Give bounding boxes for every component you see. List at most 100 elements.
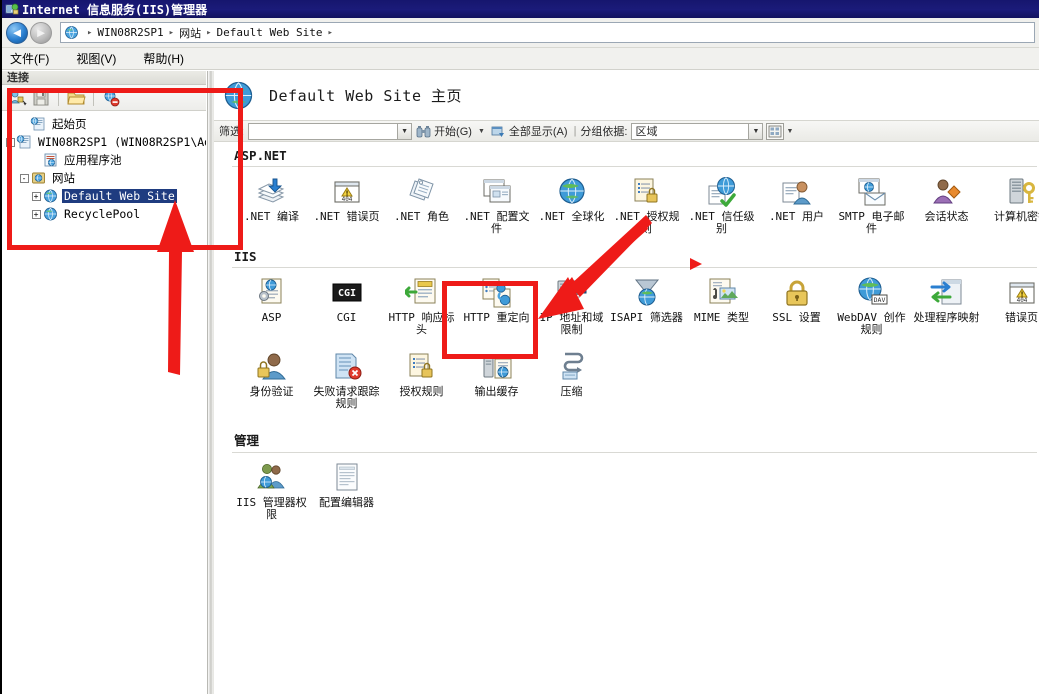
feature-authentication[interactable]: 身份验证 [234,346,309,398]
chevron-down-icon[interactable]: ▼ [476,128,487,135]
feature-label: IP 地址和域限制 [539,311,604,336]
machine-key-icon [1005,175,1039,209]
svg-text:CGI: CGI [337,288,355,299]
features-pane: Default Web Site 主页 筛选: ▼ 开始(G) ▼ 全部显示(A… [214,71,1039,694]
feature-net-authorization-rules[interactable]: .NET 授权规则 [609,171,684,235]
globe-icon [222,79,255,112]
feature-net-trust-levels[interactable]: .NET 信任级别 [684,171,759,235]
feature-asp[interactable]: ASP [234,272,309,324]
breadcrumb-separator-0: ▸ [87,27,93,38]
feature-ip-restrictions[interactable]: IP 地址和域限制 [534,272,609,336]
feature-cgi[interactable]: CGI CGI [309,272,384,324]
page-title-text: Default Web Site 主页 [269,86,463,105]
pane-splitter[interactable] [207,71,214,694]
tree-row[interactable]: 起始页 [4,115,206,133]
breadcrumb-item-sites[interactable]: 网站 [179,25,201,41]
feature-session-state[interactable]: 会话状态 [909,171,984,223]
tree-item-label: 起始页 [52,117,87,131]
feature-http-response-headers[interactable]: HTTP 响应标头 [384,272,459,336]
back-arrow-icon[interactable]: ◄ [6,21,28,44]
feature-net-error-pages[interactable]: 404 .NET 错误页 [309,171,384,223]
feature-failed-request-tracing[interactable]: 失败请求跟踪规则 [309,346,384,410]
feature-label: SSL 设置 [772,311,821,324]
feature-row-management-1: IIS 管理器权限 配置编辑器 [218,457,1039,521]
feature-ssl-settings[interactable]: SSL 设置 [759,272,834,324]
net-compilation-icon [255,175,289,209]
breadcrumb[interactable]: ▸ WIN08R2SP1 ▸ 网站 ▸ Default Web Site ▸ [60,22,1035,43]
group-by-value[interactable]: 区域 [631,122,750,140]
sites-folder-icon [30,170,47,186]
menu-item-file[interactable]: 文件(F) [10,48,60,69]
show-all-label: 全部显示(A) [508,126,568,138]
feature-isapi-filters[interactable]: ISAPI 筛选器 [609,272,684,324]
tree-item-label: Default Web Site [62,189,177,203]
view-mode-icon[interactable] [766,122,785,140]
feature-net-profile[interactable]: .NET 配置文件 [459,171,534,235]
tree-item-label: 应用程序池 [64,153,122,167]
feature-error-pages[interactable]: 404 错误页 [984,272,1039,324]
group-by-label: 分组依据: [580,126,628,138]
feature-mime-types[interactable]: MIME 类型 [684,272,759,324]
forward-arrow-icon[interactable]: ► [30,21,52,44]
feature-net-roles[interactable]: .NET 角色 [384,171,459,223]
tree-expander[interactable]: - [18,173,30,183]
tree-row-default-web-site[interactable]: + Default Web Site [4,187,206,205]
feature-label: HTTP 重定向 [463,311,530,324]
feature-smtp-email[interactable]: SMTP 电子邮件 [834,171,909,235]
feature-handler-mappings[interactable]: 处理程序映射 [909,272,984,324]
open-folder-icon[interactable] [66,88,86,108]
feature-net-compilation[interactable]: .NET 编译 [234,171,309,223]
feature-label: 授权规则 [399,385,444,398]
menu-bar: 文件(F) 视图(V) 帮助(H) [2,48,1039,70]
failed-request-tracing-icon [330,350,364,384]
feature-configuration-editor[interactable]: 配置编辑器 [309,457,384,509]
tree-row[interactable]: 应用程序池 [4,151,206,169]
feature-label: CGI [336,311,357,324]
handler-mappings-icon [930,276,964,310]
breadcrumb-item-site[interactable]: Default Web Site [217,26,323,39]
menu-item-view[interactable]: 视图(V) [76,48,127,69]
feature-webdav-rules[interactable]: DAV WebDAV 创作规则 [834,272,909,336]
feature-label: 处理程序映射 [913,311,980,324]
compression-icon [555,350,589,384]
menu-item-help[interactable]: 帮助(H) [143,48,195,69]
ip-restrictions-icon [555,276,589,310]
net-trust-levels-icon [705,175,739,209]
show-all-button[interactable]: 全部显示(A) [487,122,572,141]
chevron-down-icon[interactable]: ▼ [749,122,764,140]
tree-row[interactable]: - WIN08R2SP1 (WIN08R2SP1\Adm [4,133,206,151]
iis-app-icon [5,2,19,16]
feature-compression[interactable]: 压缩 [534,346,609,398]
connect-to-icon[interactable] [8,88,28,108]
breadcrumb-item-server[interactable]: WIN08R2SP1 [97,26,163,39]
feature-output-caching[interactable]: 输出缓存 [459,346,534,398]
feature-http-redirect[interactable]: HTTP 重定向 [459,272,534,324]
tree-expander[interactable]: - [4,137,16,147]
feature-label: ISAPI 筛选器 [610,311,683,324]
feature-authorization-rules[interactable]: 授权规则 [384,346,459,398]
tree-row-recyclepool[interactable]: + RecyclePool [4,205,206,223]
filter-input[interactable] [248,122,399,140]
tree-expander[interactable]: + [30,191,42,201]
connections-tree: 起始页 - WIN08R2SP1 (WIN08R2SP1\Adm 应用程序池 -… [2,111,206,694]
tree-row[interactable]: - 网站 [4,169,206,187]
feature-row-iis-2: 身份验证 失败请求跟踪规则 授权规则 输出缓存 压缩 [218,336,1039,410]
tree-expander[interactable]: + [30,209,42,219]
feature-label: 配置编辑器 [319,496,374,509]
filter-go-button[interactable]: 开始(G) [412,122,476,141]
chevron-down-icon[interactable]: ▼ [784,128,795,135]
breadcrumb-separator-2: ▸ [206,27,212,38]
save-icon[interactable] [31,88,51,108]
disconnect-icon[interactable] [101,88,121,108]
feature-net-users[interactable]: .NET 用户 [759,171,834,223]
tree-item-label: RecyclePool [64,207,141,221]
net-users-icon [780,175,814,209]
feature-net-globalization[interactable]: .NET 全球化 [534,171,609,223]
iis-manager-permissions-icon [255,461,289,495]
feature-iis-manager-permissions[interactable]: IIS 管理器权限 [234,457,309,521]
feature-label: 计算机密钥 [994,210,1039,223]
section-divider [232,267,1037,268]
chevron-down-icon[interactable]: ▼ [398,122,413,140]
net-authorization-rules-icon [630,175,664,209]
feature-machine-key[interactable]: 计算机密钥 [984,171,1039,223]
